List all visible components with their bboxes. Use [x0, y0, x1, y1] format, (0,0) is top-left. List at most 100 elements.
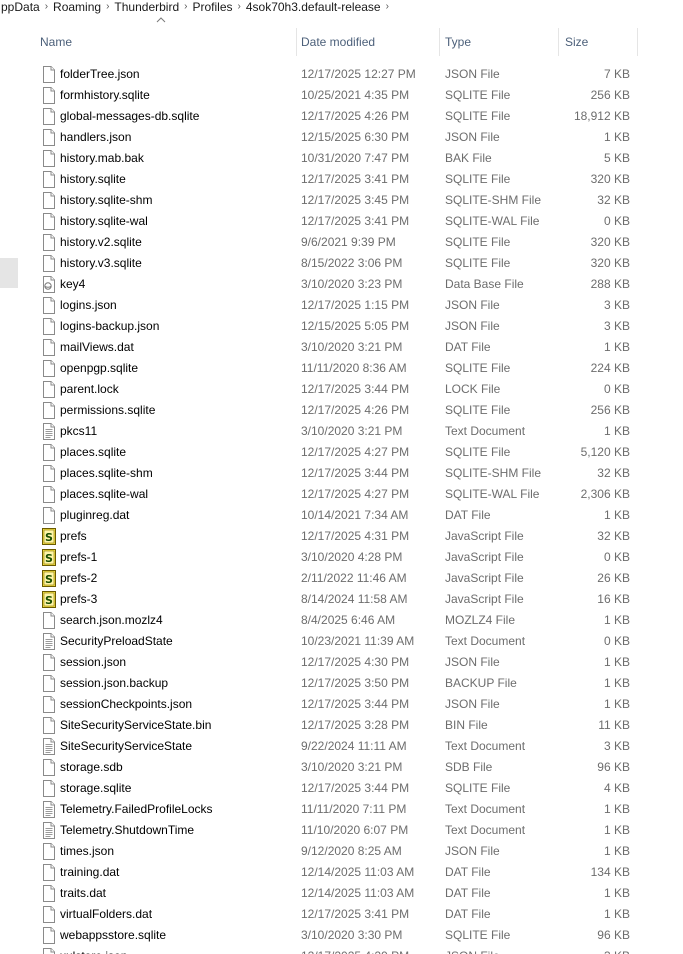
list-item[interactable]: sessionCheckpoints.json 12/17/2025 3:44 P…: [0, 694, 683, 715]
list-item[interactable]: search.json.mozlz4 8/4/2025 6:46 AM MOZLZ4…: [0, 610, 683, 631]
list-item[interactable]: places.sqlite-wal 12/17/2025 4:27 PM SQLIT…: [0, 484, 683, 505]
file-name: openpgp.sqlite: [60, 361, 139, 375]
list-item[interactable]: training.dat 12/14/2025 11:03 AM DAT File 1…: [0, 862, 683, 883]
list-item[interactable]: Telemetry.FailedProfileLocks 11/11/2020 7…: [0, 799, 683, 820]
file-icon: [43, 717, 55, 734]
list-item[interactable]: [0, 53, 683, 64]
file-date-modified: 12/17/2025 4:26 PM: [301, 109, 410, 123]
file-date-modified: 12/15/2025 6:30 PM: [301, 130, 410, 144]
file-type: JSON File: [445, 67, 500, 81]
list-item[interactable]: history.v2.sqlite 9/6/2021 9:39 PM SQLITE …: [0, 232, 683, 253]
file-date-modified: 3/10/2020 3:30 PM: [301, 928, 403, 942]
file-type: MOZLZ4 File: [445, 613, 516, 627]
list-item[interactable]: Sprefs-2 2/11/2022 11:46 AM JavaScript Fil…: [0, 568, 683, 589]
file-date-modified: 11/11/2020 7:11 PM: [301, 802, 407, 816]
column-header-type[interactable]: Type: [445, 28, 555, 56]
list-item[interactable]: key4 3/10/2020 3:23 PM Data Base File 288 K…: [0, 274, 683, 295]
file-icon: [43, 87, 55, 104]
list-item[interactable]: history.sqlite 12/17/2025 3:41 PM SQLITE F…: [0, 169, 683, 190]
list-item[interactable]: handlers.json 12/15/2025 6:30 PM JSON File…: [0, 127, 683, 148]
file-type: JSON File: [445, 946, 563, 954]
file-name: virtualFolders.dat: [60, 907, 153, 921]
list-item[interactable]: permissions.sqlite 12/17/2025 4:26 PM SQLI…: [0, 400, 683, 421]
column-divider[interactable]: [296, 28, 297, 56]
file-size: 1 KB: [603, 697, 630, 711]
column-header-name[interactable]: Name: [40, 28, 294, 56]
file-size: 0 KB: [603, 550, 630, 564]
file-size: 5 KB: [603, 151, 630, 165]
list-item[interactable]: global-messages-db.sqlite 12/17/2025 4:26…: [0, 106, 683, 127]
file-icon: [43, 339, 55, 356]
breadcrumb-item-thunderbird[interactable]: Thunderbird: [109, 0, 184, 14]
list-item[interactable]: formhistory.sqlite 10/25/2021 4:35 PM SQLI…: [0, 85, 683, 106]
list-item[interactable]: Telemetry.ShutdownTime 11/10/2020 6:07 PM…: [0, 820, 683, 841]
column-divider[interactable]: [439, 28, 440, 56]
file-name: training.dat: [60, 865, 120, 879]
breadcrumb-item-roaming[interactable]: Roaming: [48, 0, 106, 14]
list-item[interactable]: logins-backup.json 12/15/2025 5:05 PM JSON…: [0, 316, 683, 337]
list-item[interactable]: history.v3.sqlite 8/15/2022 3:06 PM SQLITE…: [0, 253, 683, 274]
breadcrumb-item-profiles[interactable]: Profiles: [187, 0, 237, 14]
file-icon: [43, 150, 55, 167]
file-size: 1 KB: [603, 823, 630, 837]
javascript-file-icon: S: [42, 549, 56, 566]
list-item[interactable]: history.sqlite-wal 12/17/2025 3:41 PM SQLI…: [0, 211, 683, 232]
file-type: Text Document: [445, 424, 526, 438]
list-item[interactable]: pkcs11 3/10/2020 3:21 PM Text Document 1 KB: [0, 421, 683, 442]
list-item[interactable]: folderTree.json 12/17/2025 12:27 PM JSON F…: [0, 64, 683, 85]
list-item[interactable]: places.sqlite 12/17/2025 4:27 PM SQLITE Fi…: [0, 442, 683, 463]
file-size: 288 KB: [590, 277, 630, 291]
file-date-modified: 11/10/2020 6:07 PM: [301, 823, 409, 837]
breadcrumb-item-appdata[interactable]: ppData: [0, 0, 45, 14]
breadcrumb-item-profile-folder[interactable]: 4sok70h3.default-release: [241, 0, 386, 14]
list-item[interactable]: Sprefs 12/17/2025 4:31 PM JavaScript File 3…: [0, 526, 683, 547]
file-date-modified: 12/17/2025 12:27 PM: [301, 67, 416, 81]
list-item[interactable]: SiteSecurityServiceState 9/22/2024 11:11 …: [0, 736, 683, 757]
file-type: SQLITE File: [445, 445, 511, 459]
list-item[interactable]: places.sqlite-shm 12/17/2025 3:44 PM SQLIT…: [0, 463, 683, 484]
file-icon: [43, 780, 55, 797]
file-icon: [43, 381, 55, 398]
list-item[interactable]: traits.dat 12/14/2025 11:03 AM DAT File 1 K…: [0, 883, 683, 904]
address-breadcrumb[interactable]: ppData › Roaming › Thunderbird › Profile…: [0, 0, 683, 14]
list-item[interactable]: Sprefs-3 8/14/2024 11:58 AM JavaScript Fil…: [0, 589, 683, 610]
list-item[interactable]: mailViews.dat 3/10/2020 3:21 PM DAT File 1 …: [0, 337, 683, 358]
list-item[interactable]: storage.sdb 3/10/2020 3:21 PM SDB File 96 K…: [0, 757, 683, 778]
file-size: 1 KB: [603, 424, 630, 438]
column-divider[interactable]: [558, 28, 559, 56]
list-item[interactable]: openpgp.sqlite 11/11/2020 8:36 AM SQLITE F…: [0, 358, 683, 379]
file-type: SQLITE-SHM File: [445, 466, 542, 480]
column-header-row: Name Date modified Type Size: [0, 14, 683, 56]
list-item[interactable]: xulstore.json12/17/2025 4:29 PM JSON File…: [0, 946, 683, 954]
file-date-modified: 10/31/2020 7:47 PM: [301, 151, 410, 165]
list-item[interactable]: SiteSecurityServiceState.bin 12/17/2025 3…: [0, 715, 683, 736]
list-item[interactable]: history.mab.bak 10/31/2020 7:47 PM BAK Fil…: [0, 148, 683, 169]
file-icon: [43, 66, 55, 83]
list-item[interactable]: logins.json 12/17/2025 1:15 PM JSON File 3 …: [0, 295, 683, 316]
list-item[interactable]: session.json 12/17/2025 4:30 PM JSON File 1…: [0, 652, 683, 673]
file-list[interactable]: folderTree.json 12/17/2025 12:27 PM JSON F…: [0, 53, 683, 954]
list-item[interactable]: Sprefs-1 3/10/2020 4:28 PM JavaScript File…: [0, 547, 683, 568]
file-icon: [43, 906, 55, 923]
list-item[interactable]: history.sqlite-shm 12/17/2025 3:45 PM SQLI…: [0, 190, 683, 211]
file-size: 1 KB: [603, 340, 630, 354]
file-date-modified: 10/25/2021 4:35 PM: [301, 88, 410, 102]
list-item[interactable]: virtualFolders.dat 12/17/2025 3:41 PM DAT …: [0, 904, 683, 925]
file-size: 26 KB: [597, 571, 630, 585]
file-date-modified: 12/17/2025 4:31 PM: [301, 529, 410, 543]
file-icon: [43, 759, 55, 776]
file-size: 3 KB: [603, 298, 630, 312]
list-item[interactable]: parent.lock 12/17/2025 3:44 PM LOCK File 0 …: [0, 379, 683, 400]
list-item[interactable]: webappsstore.sqlite 3/10/2020 3:30 PM SQLI…: [0, 925, 683, 946]
list-item[interactable]: session.json.backup 12/17/2025 3:50 PM BAC…: [0, 673, 683, 694]
file-name: formhistory.sqlite: [60, 88, 150, 102]
column-divider[interactable]: [637, 28, 638, 56]
list-item[interactable]: times.json 9/12/2020 8:25 AM JSON File 1 KB: [0, 841, 683, 862]
list-item[interactable]: storage.sqlite 12/17/2025 3:44 PM SQLITE F…: [0, 778, 683, 799]
chevron-right-icon[interactable]: ›: [386, 0, 389, 14]
file-size: 0 KB: [603, 634, 630, 648]
column-header-size[interactable]: Size: [565, 28, 635, 56]
column-header-date-modified[interactable]: Date modified: [301, 28, 436, 56]
list-item[interactable]: SecurityPreloadState 10/23/2021 11:39 AM T…: [0, 631, 683, 652]
list-item[interactable]: pluginreg.dat 10/14/2021 7:34 AM DAT File 1…: [0, 505, 683, 526]
